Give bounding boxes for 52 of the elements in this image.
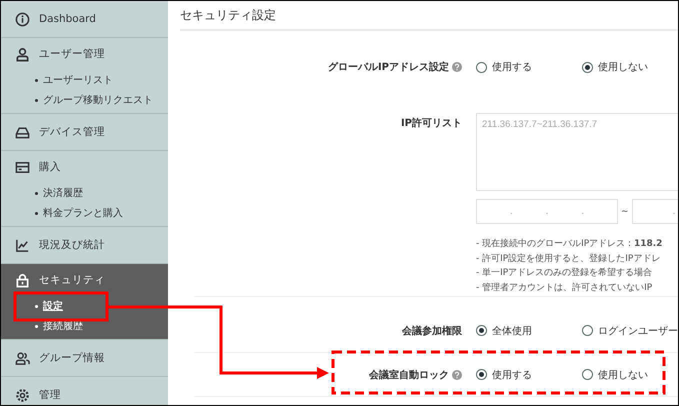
- note-text: - 現在接続中のグローバルIPアドレス : 118.2: [476, 238, 664, 251]
- bullet-icon: [35, 78, 38, 82]
- lock-icon: [15, 272, 30, 288]
- setting-label: 会議室自動ロック: [369, 368, 449, 382]
- bullet-icon: [35, 98, 38, 102]
- page-title: セキュリティ設定: [180, 6, 276, 24]
- radio-option[interactable]: 使用する: [476, 368, 582, 382]
- card-icon: [15, 160, 30, 174]
- sidebar-item[interactable]: グループ情報: [39, 351, 105, 365]
- sidebar-subitem[interactable]: 決済履歴: [43, 186, 83, 200]
- info-icon: [15, 12, 30, 26]
- sidebar-item[interactable]: ユーザー管理: [39, 47, 105, 61]
- radio-button[interactable]: [476, 325, 487, 336]
- radio-button[interactable]: [582, 62, 593, 72]
- sidebar-subitem[interactable]: 料金プランと購入: [43, 206, 123, 220]
- radio-button[interactable]: [476, 62, 487, 72]
- sidebar-subitem[interactable]: グループ移動リクエスト: [43, 93, 153, 107]
- radio-button[interactable]: [476, 369, 487, 380]
- radio-button[interactable]: [582, 369, 593, 380]
- gear-icon: [15, 388, 30, 402]
- sidebar-subitem[interactable]: 設定: [43, 299, 63, 313]
- radio-option[interactable]: 使用する: [476, 60, 582, 74]
- radio-option[interactable]: 全体使用: [476, 324, 582, 338]
- sidebar-item[interactable]: 現況及び統計: [39, 238, 105, 252]
- radio-button[interactable]: [582, 325, 593, 336]
- note-text: - 単一IPアドレスのみの登録を希望する場合: [476, 267, 654, 280]
- radio-option[interactable]: 使用しない: [582, 60, 678, 74]
- note-text: - 許可IP設定を使用すると、登録したIPアドレ: [476, 252, 662, 266]
- bullet-icon: [35, 304, 38, 308]
- bullet-icon: [35, 192, 38, 194]
- range-separator: ~: [621, 206, 629, 216]
- sidebar-item[interactable]: 購入: [39, 160, 61, 174]
- chart-icon: [15, 238, 30, 252]
- sidebar-item[interactable]: セキュリティ: [39, 273, 105, 287]
- setting-label: IP許可リスト: [400, 116, 462, 130]
- help-icon[interactable]: [452, 370, 462, 380]
- bullet-icon: [35, 324, 38, 328]
- sidebar-item[interactable]: 管理: [39, 388, 61, 402]
- users-icon: [15, 350, 30, 366]
- user-icon: [15, 46, 30, 62]
- bullet-icon: [35, 212, 38, 214]
- tray-icon: [15, 124, 30, 140]
- help-icon[interactable]: [452, 62, 462, 72]
- sidebar-item[interactable]: デバイス管理: [39, 125, 105, 139]
- sidebar-item[interactable]: Dashboard: [39, 13, 96, 25]
- setting-label: グローバルIPアドレス設定: [328, 60, 449, 74]
- note-text: - 管理者アカウントは、許可されていないIP: [476, 282, 654, 294]
- radio-option[interactable]: ログインユーザー: [582, 324, 678, 338]
- setting-label: 会議参加権限: [402, 324, 462, 338]
- radio-option[interactable]: 使用しない: [582, 368, 678, 382]
- sidebar-subitem[interactable]: ユーザーリスト: [43, 73, 113, 87]
- ip-list-field[interactable]: 211.36.137.7~211.36.137.7: [476, 113, 678, 191]
